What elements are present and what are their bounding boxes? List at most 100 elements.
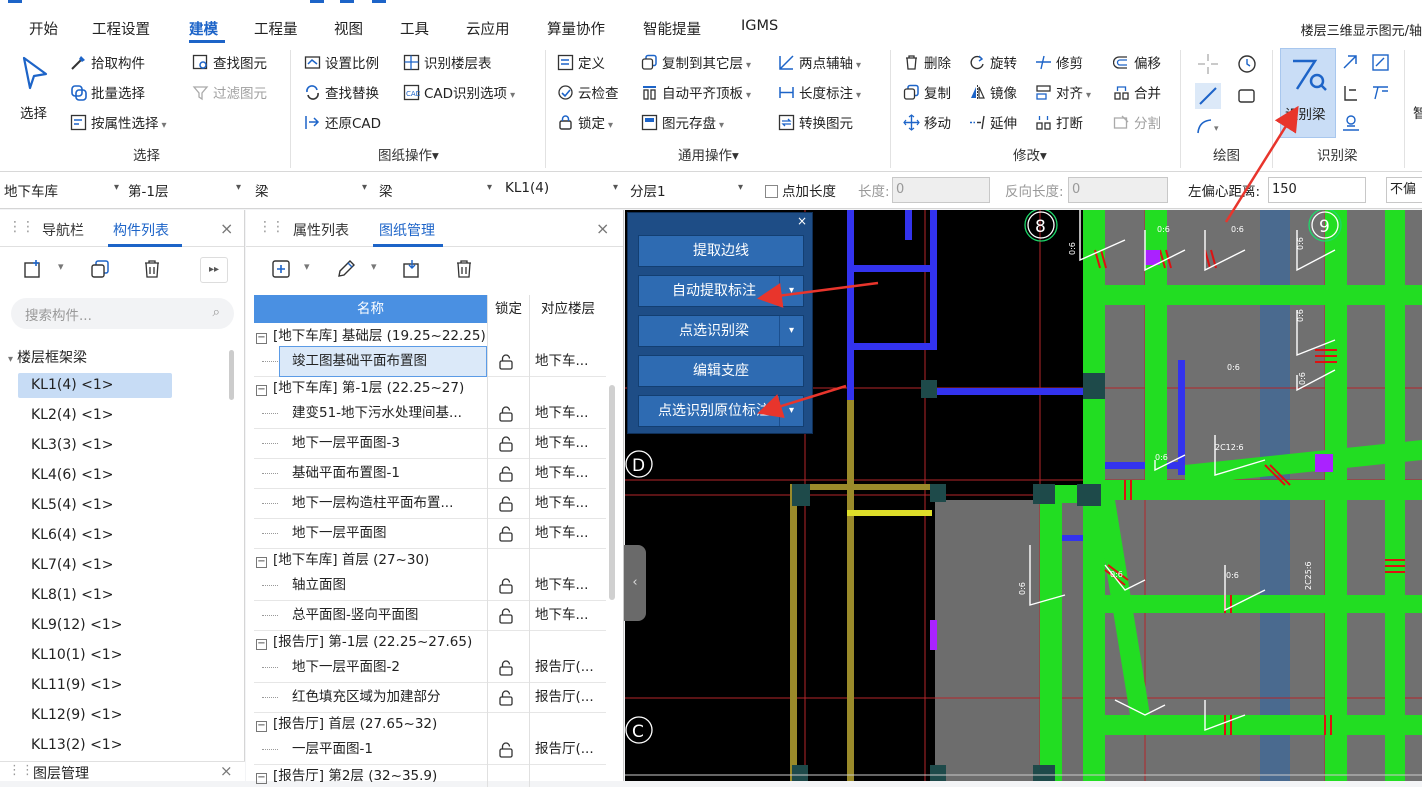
pick-component-button[interactable]: 拾取构件 (70, 53, 145, 75)
copy-button[interactable]: 复制 (903, 83, 951, 105)
close-icon[interactable]: × (596, 219, 609, 238)
drawing-floor[interactable]: 报告厅(... (535, 653, 594, 682)
col-header-name[interactable]: 名称 (254, 295, 487, 323)
length-input[interactable]: 0 (892, 177, 990, 203)
drawing-name[interactable]: 总平面图-竖向平面图 (280, 601, 486, 630)
tree-group-frame-beams[interactable]: ▾ 楼层框架梁 (8, 347, 87, 367)
point-identify-inplace-label-button[interactable]: 点选识别原位标注 ▾ (638, 395, 804, 427)
component-item[interactable]: KL11(9) <1> (31, 677, 122, 693)
menu-start[interactable]: 开始 (29, 18, 58, 39)
arc-draw-icon[interactable]: ▾ (1195, 115, 1225, 137)
edit-drawing-icon[interactable] (335, 258, 357, 280)
drawing-name[interactable]: 一层平面图-1 (280, 735, 486, 764)
component-item[interactable]: KL3(3) <1> (31, 437, 114, 453)
beam-tool-icon-3[interactable] (1340, 82, 1362, 104)
collapse-toggle-icon[interactable]: − (256, 721, 267, 732)
tab-drawing-manager[interactable]: 图纸管理 (379, 220, 435, 240)
drawing-group-row[interactable]: − [地下车库] 首层 (27~30) (254, 549, 606, 571)
edit-support-button[interactable]: 编辑支座 (638, 355, 804, 387)
scrollbar-thumb[interactable] (609, 385, 615, 600)
new-component-icon[interactable] (22, 258, 44, 280)
drawing-group-row[interactable]: − [报告厅] 第-1层 (22.25~27.65) (254, 631, 606, 653)
element-type-dropdown[interactable]: 梁 ▾ (255, 180, 375, 200)
clock-icon[interactable] (1236, 53, 1258, 75)
tab-layer-manager[interactable]: 图层管理 (33, 763, 89, 783)
add-drawing-icon[interactable] (270, 258, 292, 280)
drawing-floor[interactable]: 地下车... (535, 459, 588, 488)
component-item[interactable]: KL9(12) <1> (31, 617, 122, 633)
drag-grip-icon[interactable]: ⋮⋮ (258, 219, 285, 235)
drawing-floor[interactable]: 地下车... (535, 489, 588, 518)
component-item[interactable]: KL6(4) <1> (31, 527, 114, 543)
drawing-name[interactable]: 竣工图基础平面布置图 (279, 346, 487, 377)
rect-draw-icon[interactable] (1236, 85, 1258, 107)
drawing-floor[interactable]: 地下车... (535, 429, 588, 458)
drawing-name[interactable]: 基础平面布置图-1 (280, 459, 486, 488)
cad-options-button[interactable]: CAD CAD识别选项 ▾ (403, 83, 515, 105)
dropdown-caret-icon[interactable]: ▾ (58, 260, 64, 273)
unlock-icon[interactable] (497, 741, 515, 759)
menu-view[interactable]: 视图 (334, 18, 363, 39)
move-button[interactable]: 移动 (903, 113, 951, 135)
import-drawing-icon[interactable] (401, 258, 423, 280)
element-subtype-dropdown[interactable]: 梁 ▾ (379, 180, 499, 200)
drawing-floor[interactable]: 报告厅(... (535, 683, 594, 712)
component-item[interactable]: KL8(1) <1> (31, 587, 114, 603)
tab-navigation[interactable]: 导航栏 (42, 220, 84, 240)
dropdown-caret-icon[interactable]: ▾ (779, 316, 803, 346)
drawing-floor[interactable]: 报告厅(... (535, 735, 594, 764)
dropdown-caret-icon[interactable]: ▾ (304, 260, 310, 273)
rotate-button[interactable]: 旋转 (969, 53, 1017, 75)
drawing-row[interactable]: 竣工图基础平面布置图 地下车... (254, 346, 606, 377)
drawing-row[interactable]: 地下一层平面图-3 地下车... (254, 429, 606, 459)
beam-tool-icon-5[interactable] (1340, 112, 1362, 134)
drawing-row[interactable]: 地下一层平面图-2 报告厅(... (254, 653, 606, 683)
menu-tools[interactable]: 工具 (400, 18, 429, 39)
unlock-icon[interactable] (497, 525, 515, 543)
unlock-icon[interactable] (497, 465, 515, 483)
length-dim-button[interactable]: 长度标注 ▾ (778, 83, 861, 105)
menu-cloud[interactable]: 云应用 (466, 18, 510, 39)
dropdown-caret-icon[interactable]: ▾ (779, 276, 803, 306)
find-element-button[interactable]: 查找图元 (192, 53, 267, 75)
collapse-panel-handle[interactable]: ‹ (624, 545, 646, 621)
menu-right-text[interactable]: 楼层三维显示图元/轴 (1301, 20, 1422, 39)
drag-grip-icon[interactable]: ⋮⋮ (8, 763, 34, 778)
drawing-floor[interactable]: 地下车... (535, 601, 588, 630)
two-point-axis-button[interactable]: 两点辅轴 ▾ (778, 53, 861, 75)
point-identify-beam-button[interactable]: 点选识别梁 ▾ (638, 315, 804, 347)
component-item[interactable]: KL7(4) <1> (31, 557, 114, 573)
collapse-toggle-icon[interactable]: − (256, 639, 267, 650)
drawing-row[interactable]: 轴立面图 地下车... (254, 571, 606, 601)
drawing-row[interactable]: 地下一层平面图 地下车... (254, 519, 606, 549)
menu-igms[interactable]: IGMS (741, 18, 778, 34)
drawing-name[interactable]: 红色填充区域为加建部分 (280, 683, 486, 712)
restore-cad-button[interactable]: 还原CAD (304, 113, 381, 135)
component-dropdown[interactable]: KL1(4) ▾ (505, 180, 625, 196)
beam-tool-icon-4[interactable] (1370, 82, 1392, 104)
drawing-floor[interactable]: 地下车... (535, 347, 588, 376)
select-by-attr-button[interactable]: 按属性选择 ▾ (70, 113, 167, 135)
ribbon-cut-label[interactable]: 智 (1413, 102, 1422, 122)
collapse-toggle-icon[interactable]: − (256, 333, 267, 344)
drawing-floor[interactable]: 地下车... (535, 399, 588, 428)
unlock-icon[interactable] (497, 353, 515, 371)
copy-component-icon[interactable] (89, 258, 111, 280)
drawing-name[interactable]: 地下一层平面图 (280, 519, 486, 548)
delete-button[interactable]: 删除 (903, 53, 951, 75)
drawing-name[interactable]: 轴立面图 (280, 571, 486, 600)
tab-component-list[interactable]: 构件列表 (113, 220, 169, 240)
group-label-drawing[interactable]: 图纸操作▾ (378, 144, 439, 164)
component-item[interactable]: KL12(9) <1> (31, 707, 122, 723)
reverse-length-input[interactable]: 0 (1068, 177, 1168, 203)
scrollbar-thumb[interactable] (229, 350, 234, 400)
delete-component-icon[interactable] (141, 258, 163, 280)
col-header-floor[interactable]: 对应楼层 (529, 295, 606, 323)
mirror-button[interactable]: 镜像 (969, 83, 1017, 105)
merge-button[interactable]: 合并 (1113, 83, 1161, 105)
drawing-row[interactable]: 地下一层构造柱平面布置... 地下车... (254, 489, 606, 519)
close-icon[interactable]: × (797, 214, 807, 228)
drawing-row[interactable]: 总平面图-竖向平面图 地下车... (254, 601, 606, 631)
group-label-modify[interactable]: 修改▾ (1013, 144, 1047, 164)
drawing-group-row[interactable]: − [地下车库] 第-1层 (22.25~27) (254, 377, 606, 399)
